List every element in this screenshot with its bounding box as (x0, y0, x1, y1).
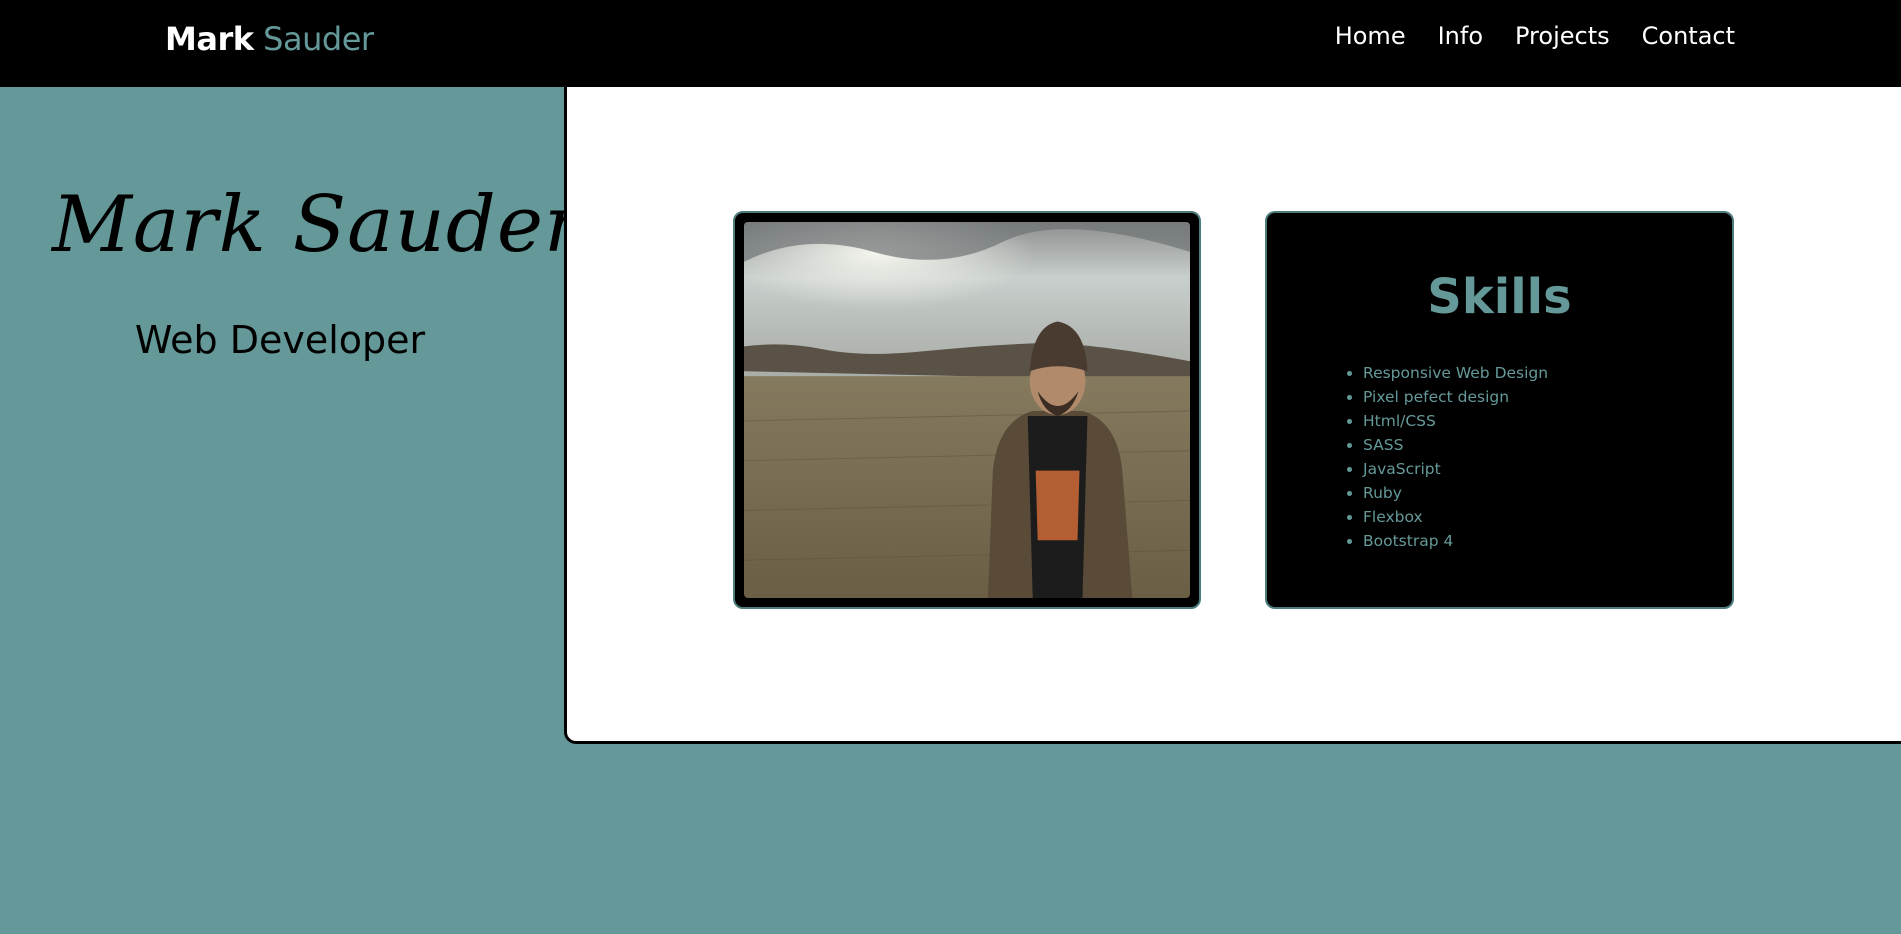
skills-list: Responsive Web Design Pixel pefect desig… (1327, 361, 1548, 553)
nav-link-projects[interactable]: Projects (1515, 22, 1610, 50)
skill-item: Pixel pefect design (1363, 385, 1548, 409)
skill-item: Ruby (1363, 481, 1548, 505)
skill-item: JavaScript (1363, 457, 1548, 481)
brand-last-name: Sauder (263, 20, 374, 58)
brand-first-name: Mark (165, 20, 254, 58)
nav-link-info[interactable]: Info (1438, 22, 1483, 50)
skill-item: Flexbox (1363, 505, 1548, 529)
photo-card (733, 211, 1201, 609)
nav-links: Home Info Projects Contact (1335, 22, 1735, 50)
skills-title: Skills (1427, 269, 1572, 325)
profile-photo (744, 222, 1190, 598)
hero-role: Web Developer (134, 318, 426, 362)
nav-link-home[interactable]: Home (1335, 22, 1406, 50)
skill-item: Responsive Web Design (1363, 361, 1548, 385)
skill-item: Bootstrap 4 (1363, 529, 1548, 553)
skill-item: Html/CSS (1363, 409, 1548, 433)
skills-card: Skills Responsive Web Design Pixel pefec… (1265, 211, 1734, 609)
navbar: Mark Sauder Home Info Projects Contact (0, 0, 1901, 87)
nav-link-contact[interactable]: Contact (1642, 22, 1735, 50)
brand-logo[interactable]: Mark Sauder (165, 20, 374, 58)
hero-script-name: Mark Sauder (52, 180, 583, 270)
skill-item: SASS (1363, 433, 1548, 457)
